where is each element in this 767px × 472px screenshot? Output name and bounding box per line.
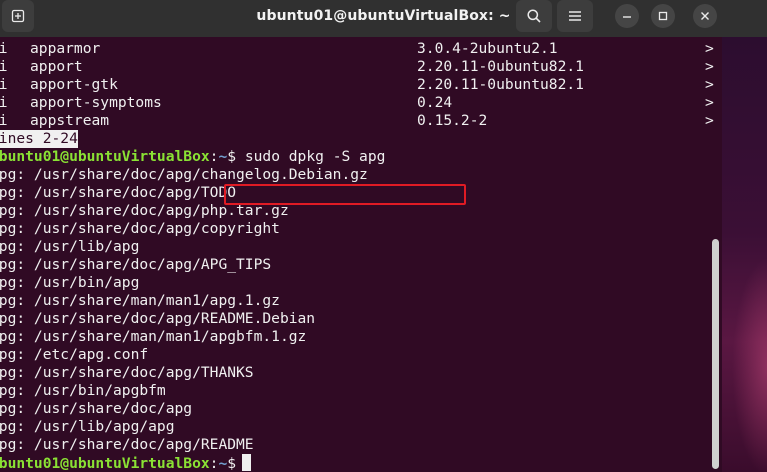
prompt-path: ~ [218, 148, 228, 165]
prompt-symbol: $ [227, 148, 237, 165]
output-line: apg: /usr/share/doc/apg/changelog.Debian… [0, 166, 368, 183]
package-row: ii apport 2.20.11-0ubuntu82.1 > [0, 58, 767, 76]
close-button[interactable] [693, 4, 717, 28]
minimize-button[interactable] [615, 4, 639, 28]
close-icon [701, 12, 709, 20]
command-line: ubuntu01@ubuntuVirtualBox:~$ sudo dpkg -… [0, 148, 767, 166]
package-name: apport-symptoms [30, 94, 162, 111]
package-version: 2.20.11-0ubuntu82.1 [417, 76, 584, 93]
search-button[interactable] [516, 0, 552, 32]
output-line: apg: /usr/bin/apgbfm [0, 382, 166, 399]
pager-status-line: lines 2-24 [0, 130, 767, 148]
desktop-wallpaper [722, 37, 767, 472]
terminal-area[interactable]: ii apparmor 3.0.4-2ubuntu2.1 > ii apport… [0, 37, 767, 472]
output-line: apg: /usr/share/man/man1/apgbfm.1.gz [0, 328, 307, 345]
text-cursor [242, 454, 252, 471]
output-line: apg: /etc/apg.conf [0, 346, 149, 363]
truncated-marker: > [705, 112, 714, 129]
output-line: apg: /usr/share/man/man1/apg.1.gz [0, 292, 280, 309]
output-line: apg: /usr/share/doc/apg/APG_TIPS [0, 256, 272, 273]
package-row: ii appstream 0.15.2-2 > [0, 112, 767, 130]
package-row: ii apparmor 3.0.4-2ubuntu2.1 > [0, 40, 767, 58]
package-name: apport-gtk [30, 76, 118, 93]
prompt-user-host: ubuntu01@ubuntuVirtualBox [0, 455, 210, 472]
output-line: apg: /usr/bin/apg [0, 274, 140, 291]
hamburger-menu-icon [569, 11, 581, 21]
prompt-symbol: $ [227, 455, 237, 472]
terminal-window: ubuntu01@ubuntuVirtualBox: ~ i apparmor … [0, 0, 767, 472]
package-version: 2.20.11-0ubuntu82.1 [417, 58, 584, 75]
truncated-marker: > [705, 40, 714, 57]
prompt-user-host: ubuntu01@ubuntuVirtualBox [0, 148, 210, 165]
maximize-button[interactable] [651, 4, 675, 28]
title-bar[interactable]: ubuntu01@ubuntuVirtualBox: ~ [0, 0, 767, 37]
package-name: appstream [30, 112, 110, 129]
terminal-scrollbar[interactable] [712, 239, 719, 469]
truncated-marker: > [705, 94, 714, 111]
package-status: ii [0, 40, 8, 57]
pager-status: lines 2-24 [0, 130, 78, 148]
prompt-path: ~ [218, 455, 228, 472]
output-line: apg: /usr/share/doc/apg/copyright [0, 220, 280, 237]
package-status: ii [0, 94, 8, 111]
output-line: apg: /usr/lib/apg/apg [0, 418, 175, 435]
package-version: 3.0.4-2ubuntu2.1 [417, 40, 558, 57]
output-line: apg: /usr/share/doc/apg/php.tar.gz [0, 202, 289, 219]
maximize-icon [658, 11, 668, 21]
truncated-marker: > [705, 58, 714, 75]
active-prompt-line[interactable]: ubuntu01@ubuntuVirtualBox:~$ [0, 454, 767, 472]
menu-button[interactable] [557, 0, 593, 32]
output-line: apg: /usr/share/doc/apg/README.Debian [0, 310, 316, 327]
search-icon [527, 9, 541, 23]
package-row: ii apport-symptoms 0.24 > [0, 94, 767, 112]
output-line: apg: /usr/share/doc/apg/README [0, 436, 254, 453]
package-row: ii apport-gtk 2.20.11-0ubuntu82.1 > [0, 76, 767, 94]
minimize-icon [623, 16, 631, 18]
package-version: 0.15.2-2 [417, 112, 488, 129]
package-name: apparmor [30, 40, 101, 57]
package-status: ii [0, 58, 8, 75]
package-status: ii [0, 76, 8, 93]
package-version: 0.24 [417, 94, 453, 111]
output-line: apg: /usr/share/doc/apg [0, 400, 193, 417]
terminal-output: ii apparmor 3.0.4-2ubuntu2.1 > ii apport… [0, 40, 767, 472]
output-line: apg: /usr/share/doc/apg/THANKS [0, 364, 254, 381]
package-name: apport [30, 58, 83, 75]
output-line: apg: /usr/lib/apg [0, 238, 140, 255]
command-text: sudo dpkg -S apg [236, 148, 386, 165]
output-line: apg: /usr/share/doc/apg/TODO [0, 184, 237, 201]
package-status: ii [0, 112, 8, 129]
truncated-marker: > [705, 76, 714, 93]
